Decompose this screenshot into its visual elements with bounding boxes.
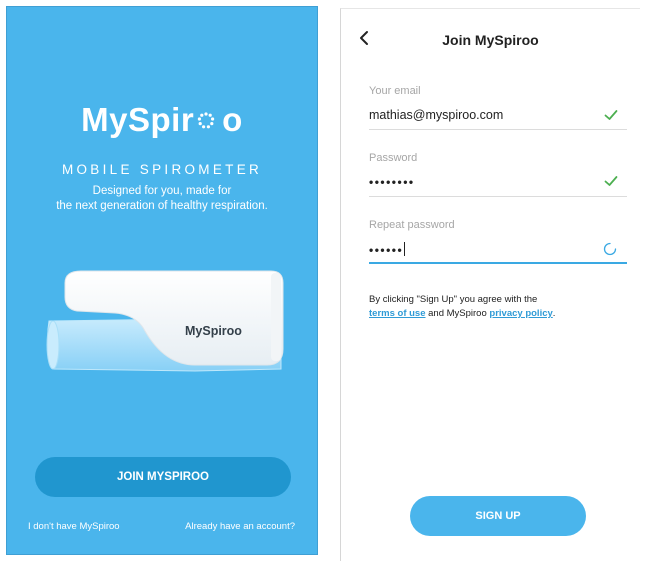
email-underline: [369, 129, 627, 130]
loading-spinner-icon: [603, 242, 617, 256]
password-label: Password: [369, 152, 418, 164]
repeat-password-underline-active: [369, 262, 627, 264]
have-account-link[interactable]: Already have an account?: [185, 521, 295, 532]
tagline-line-1: Designed for you, made for: [92, 185, 232, 197]
page-title: Join MySpiroo: [442, 32, 539, 48]
terms-middle-text: and MySpiroo: [425, 308, 490, 319]
product-subtitle: MOBILE SPIROMETER: [61, 162, 263, 177]
email-field[interactable]: mathias@myspiroo.com: [369, 108, 503, 122]
password-underline: [369, 196, 627, 197]
repeat-password-value: ••••••: [369, 243, 404, 257]
email-label: Your email: [369, 85, 421, 97]
logo-text: MySpir: [81, 101, 195, 138]
sign-up-button[interactable]: SIGN UP: [410, 496, 586, 536]
spirometer-device-image: [46, 270, 284, 372]
product-tagline: Designed for you, made for the next gene…: [7, 184, 317, 214]
app-logo: MySpir o: [7, 101, 317, 139]
device-brand-label: MySpiroo: [185, 324, 242, 338]
terms-prefix-text: By clicking "Sign Up" you agree with the: [369, 294, 538, 305]
join-myspiroo-button[interactable]: JOIN MYSPIROO: [35, 457, 291, 497]
repeat-password-label: Repeat password: [369, 219, 455, 231]
text-caret: [404, 242, 406, 256]
terms-of-use-link[interactable]: terms of use: [369, 308, 426, 319]
logo-text-end: o: [222, 101, 243, 138]
password-field[interactable]: ••••••••: [369, 175, 415, 189]
privacy-policy-link[interactable]: privacy policy: [489, 308, 552, 319]
welcome-screen: MySpir o MOBILE SPIROMETER Designed for …: [6, 6, 318, 555]
repeat-password-field[interactable]: ••••••: [369, 242, 406, 257]
tagline-line-2: the next generation of healthy respirati…: [56, 200, 268, 212]
no-device-link[interactable]: I don't have MySpiroo: [28, 521, 120, 532]
signup-screen: Join MySpiroo Your email mathias@myspiro…: [340, 8, 640, 561]
email-valid-check-icon: [604, 110, 618, 120]
logo-sun-icon: [194, 109, 222, 133]
terms-suffix-text: .: [552, 308, 556, 319]
terms-notice: By clicking "Sign Up" you agree with the…: [369, 293, 619, 321]
password-valid-check-icon: [604, 176, 618, 186]
